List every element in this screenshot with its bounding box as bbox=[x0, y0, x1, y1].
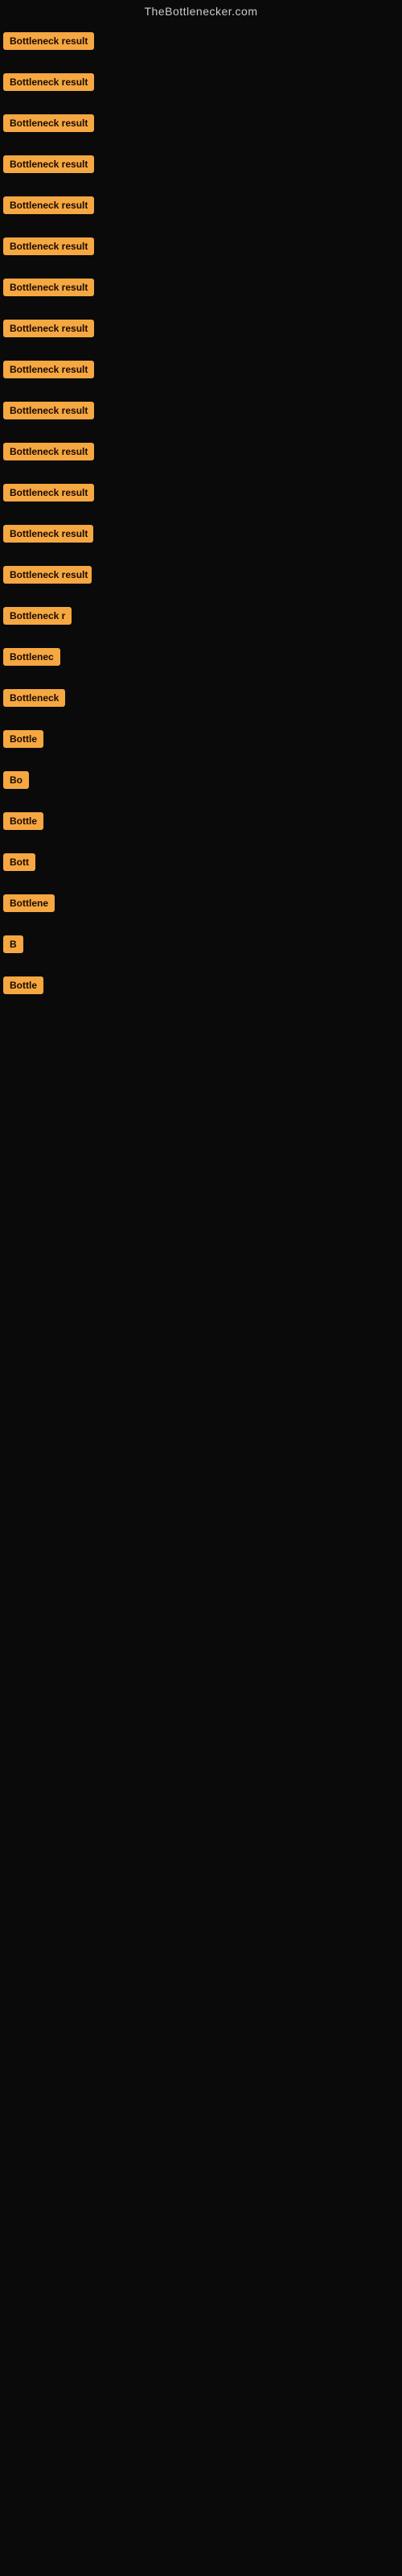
bottleneck-badge[interactable]: Bottleneck result bbox=[3, 361, 94, 378]
bottleneck-badge[interactable]: Bottlene bbox=[3, 894, 55, 912]
bottleneck-badge[interactable]: Bottleneck result bbox=[3, 279, 94, 296]
bottleneck-row-22: Bottlene bbox=[0, 885, 402, 926]
bottleneck-row-8: Bottleneck result bbox=[0, 310, 402, 351]
bottleneck-badge[interactable]: Bottleneck result bbox=[3, 402, 94, 419]
bottleneck-badge[interactable]: Bottleneck bbox=[3, 689, 65, 707]
bottleneck-badge[interactable]: Bottleneck result bbox=[3, 484, 94, 502]
bottleneck-row-6: Bottleneck result bbox=[0, 228, 402, 269]
bottleneck-badge[interactable]: Bottleneck result bbox=[3, 237, 94, 255]
bottleneck-row-1: Bottleneck result bbox=[0, 23, 402, 64]
bottleneck-row-12: Bottleneck result bbox=[0, 474, 402, 515]
bottleneck-badge[interactable]: Bottleneck result bbox=[3, 73, 94, 91]
bottleneck-badge[interactable]: Bottleneck result bbox=[3, 196, 94, 214]
bottleneck-row-9: Bottleneck result bbox=[0, 351, 402, 392]
bottleneck-row-18: Bottle bbox=[0, 720, 402, 762]
bottleneck-row-14: Bottleneck result bbox=[0, 556, 402, 597]
bottleneck-row-15: Bottleneck r bbox=[0, 597, 402, 638]
bottleneck-row-20: Bottle bbox=[0, 803, 402, 844]
bottleneck-row-16: Bottlenec bbox=[0, 638, 402, 679]
bottleneck-badge[interactable]: Bottleneck result bbox=[3, 155, 94, 173]
bottleneck-row-13: Bottleneck result bbox=[0, 515, 402, 556]
bottleneck-row-24: Bottle bbox=[0, 967, 402, 1008]
bottleneck-badge[interactable]: Bottle bbox=[3, 976, 43, 994]
bottleneck-badge[interactable]: B bbox=[3, 935, 23, 953]
bottleneck-row-10: Bottleneck result bbox=[0, 392, 402, 433]
bottleneck-badge[interactable]: Bottleneck result bbox=[3, 566, 92, 584]
bottleneck-badge[interactable]: Bottleneck result bbox=[3, 114, 94, 132]
bottleneck-badge[interactable]: Bottleneck result bbox=[3, 525, 93, 543]
bottleneck-row-23: B bbox=[0, 926, 402, 967]
site-title: TheBottlenecker.com bbox=[0, 0, 402, 23]
bottleneck-badge[interactable]: Bottleneck result bbox=[3, 320, 94, 337]
bottleneck-row-2: Bottleneck result bbox=[0, 64, 402, 105]
bottleneck-row-17: Bottleneck bbox=[0, 679, 402, 720]
bottleneck-badge[interactable]: Bottlenec bbox=[3, 648, 60, 666]
bottleneck-badge[interactable]: Bottleneck r bbox=[3, 607, 72, 625]
bottleneck-row-7: Bottleneck result bbox=[0, 269, 402, 310]
bottleneck-badge[interactable]: Bottle bbox=[3, 730, 43, 748]
bottleneck-badge[interactable]: Bo bbox=[3, 771, 29, 789]
bottleneck-row-5: Bottleneck result bbox=[0, 187, 402, 228]
bottleneck-badge[interactable]: Bottle bbox=[3, 812, 43, 830]
bottleneck-row-19: Bo bbox=[0, 762, 402, 803]
bottleneck-badge[interactable]: Bottleneck result bbox=[3, 443, 94, 460]
bottleneck-badge[interactable]: Bott bbox=[3, 853, 35, 871]
bottleneck-row-21: Bott bbox=[0, 844, 402, 885]
bottleneck-row-3: Bottleneck result bbox=[0, 105, 402, 146]
bottleneck-badge[interactable]: Bottleneck result bbox=[3, 32, 94, 50]
bottleneck-row-11: Bottleneck result bbox=[0, 433, 402, 474]
bottleneck-row-4: Bottleneck result bbox=[0, 146, 402, 187]
